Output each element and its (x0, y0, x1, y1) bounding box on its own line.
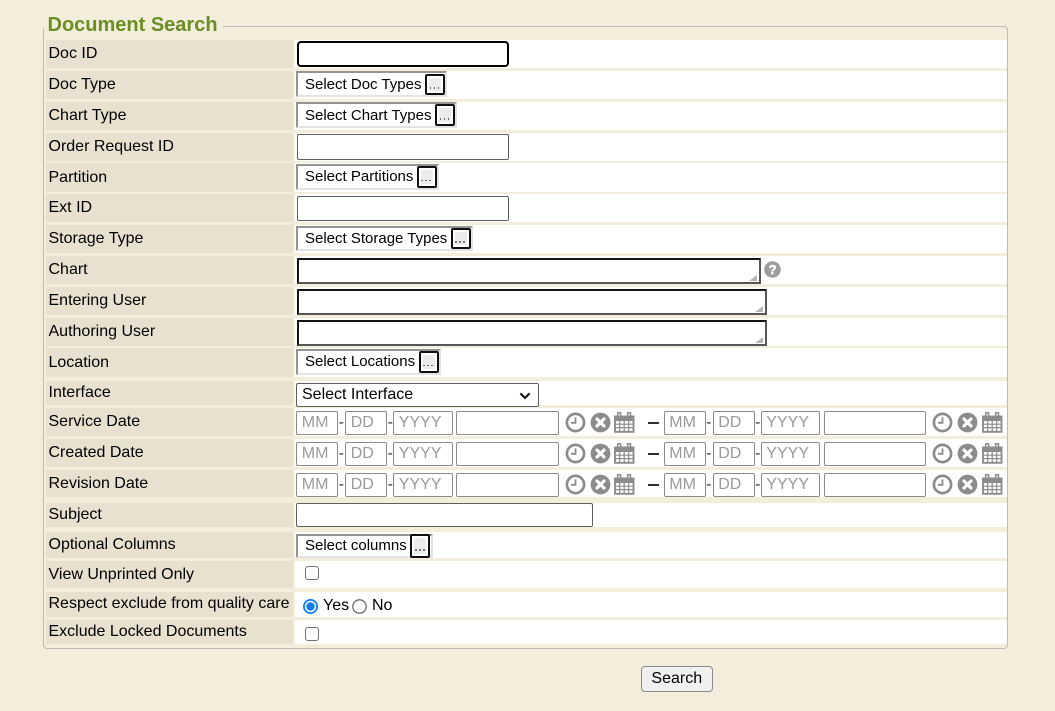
svg-text:?: ? (769, 262, 777, 277)
